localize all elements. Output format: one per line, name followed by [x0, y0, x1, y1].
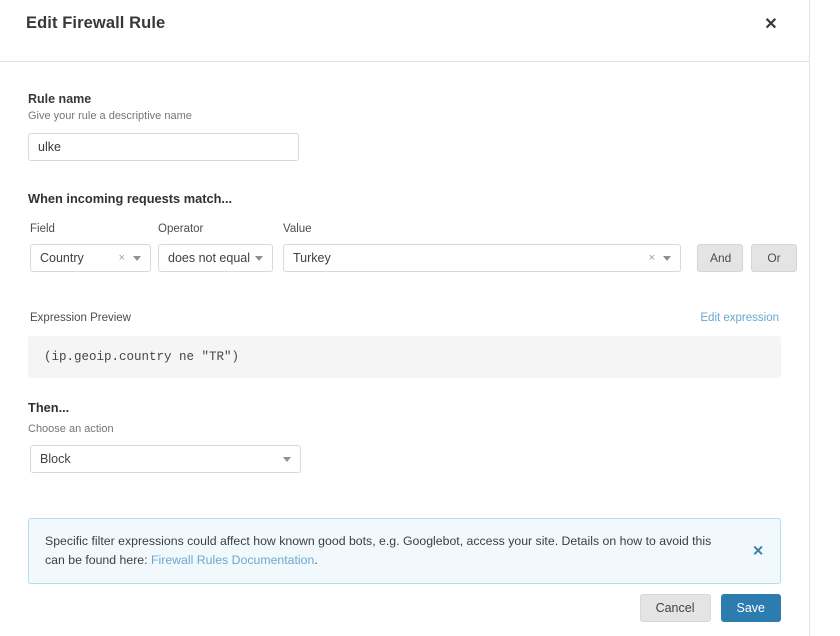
alert-text-before-link: Specific filter expressions could affect…	[45, 534, 712, 567]
modal-header: Edit Firewall Rule ✕	[0, 0, 809, 62]
rule-name-label: Rule name	[28, 92, 92, 106]
save-button[interactable]: Save	[720, 594, 781, 622]
field-label: Field	[30, 223, 55, 235]
close-icon[interactable]: ✕	[760, 14, 782, 36]
edit-expression-link[interactable]: Edit expression	[700, 312, 779, 324]
choose-action-hint: Choose an action	[28, 423, 114, 435]
expression-preview-box: (ip.geoip.country ne "TR")	[28, 336, 781, 378]
expression-preview-text: (ip.geoip.country ne "TR")	[44, 350, 240, 364]
chevron-down-icon	[133, 255, 141, 261]
action-select-value: Block	[40, 452, 71, 466]
then-section-title: Then...	[28, 400, 70, 415]
chevron-down-icon	[283, 456, 291, 462]
rule-name-hint: Give your rule a descriptive name	[28, 110, 192, 122]
value-select[interactable]: Turkey ×	[283, 244, 681, 272]
operator-label: Operator	[158, 223, 204, 235]
value-select-value: Turkey	[293, 251, 331, 265]
field-select[interactable]: Country ×	[30, 244, 151, 272]
alert-text-after-link: .	[314, 553, 318, 567]
field-clear-icon[interactable]: ×	[119, 252, 125, 264]
operator-select-value: does not equal	[168, 251, 251, 265]
field-select-value: Country	[40, 251, 84, 265]
value-label: Value	[283, 223, 312, 235]
modal-body: Rule name Give your rule a descriptive n…	[0, 62, 809, 584]
cancel-button[interactable]: Cancel	[639, 594, 711, 622]
condition-row: Country × does not equal Turkey × And Or	[28, 244, 797, 272]
firewall-rules-documentation-link[interactable]: Firewall Rules Documentation	[151, 553, 314, 567]
modal-footer: Cancel Save	[0, 594, 809, 622]
and-button[interactable]: And	[697, 244, 743, 272]
condition-labels-row: Field Operator Value	[28, 223, 781, 239]
match-section-title: When incoming requests match...	[28, 191, 233, 206]
chevron-down-icon	[663, 255, 671, 261]
chevron-down-icon	[255, 255, 263, 261]
screen: Edit Firewall Rule ✕ Rule name Give your…	[0, 0, 840, 636]
expression-header: Expression Preview Edit expression	[28, 312, 781, 328]
or-button[interactable]: Or	[751, 244, 797, 272]
page-outer-margin	[810, 0, 840, 636]
value-clear-icon[interactable]: ×	[649, 252, 655, 264]
expression-preview-label: Expression Preview	[30, 312, 131, 324]
operator-select[interactable]: does not equal	[158, 244, 273, 272]
edit-firewall-rule-modal: Edit Firewall Rule ✕ Rule name Give your…	[0, 0, 809, 636]
bots-warning-alert: Specific filter expressions could affect…	[28, 518, 781, 584]
action-select[interactable]: Block	[30, 445, 301, 473]
rule-name-input[interactable]	[28, 133, 299, 161]
alert-close-icon[interactable]: ✕	[752, 542, 764, 561]
page-title: Edit Firewall Rule	[26, 14, 166, 32]
